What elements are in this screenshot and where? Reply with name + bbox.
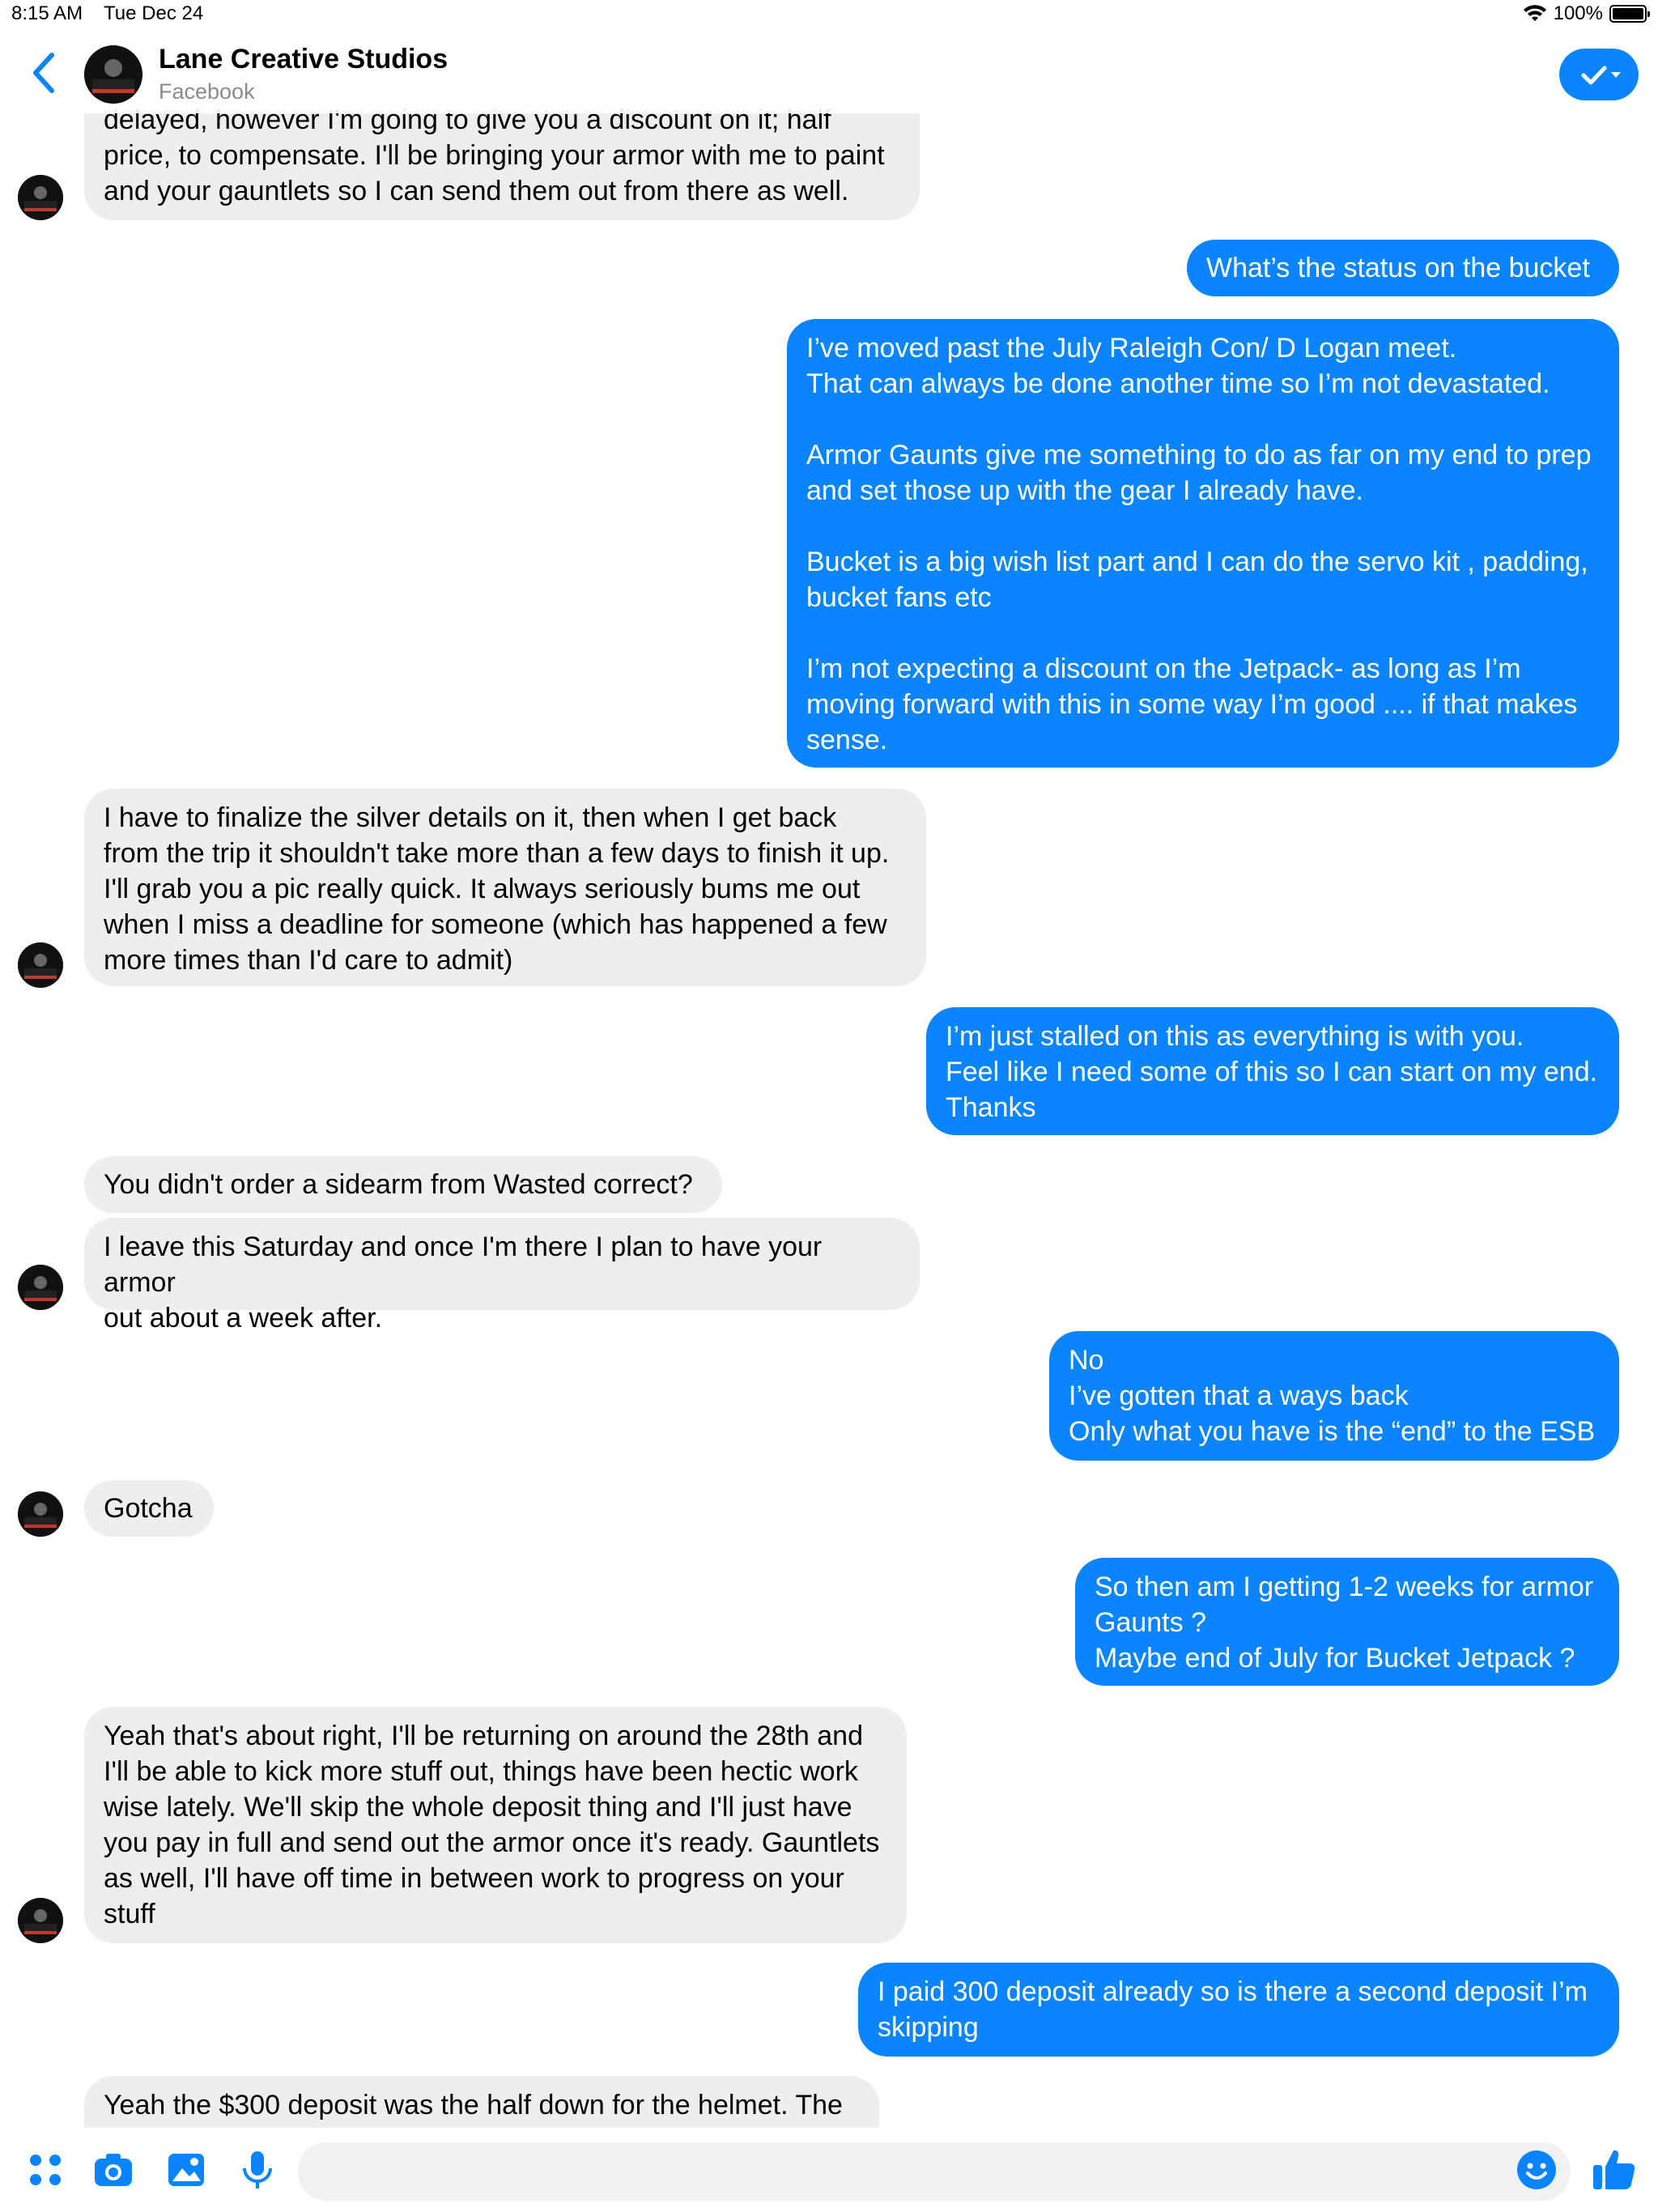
mark-read-button[interactable] [1559,49,1639,100]
message-incoming[interactable]: Gotcha [84,1480,214,1537]
thumbs-up-icon [1593,2150,1635,2189]
conversation-header: Lane Creative Studios Facebook [0,32,1658,113]
status-indicators: 100% [1523,2,1650,25]
message-outgoing[interactable]: No I’ve gotten that a ways back Only wha… [1049,1331,1619,1461]
contact-source: Facebook [159,79,255,104]
like-button[interactable] [1590,2146,1637,2193]
contact-avatar-small [18,175,63,220]
microphone-icon [243,2151,272,2189]
message-incoming[interactable]: Yeah that's about right, I'll be returni… [84,1707,907,1943]
apps-grid-icon [30,2155,61,2185]
status-date: Tue Dec 24 [104,2,204,24]
message-outgoing[interactable]: What’s the status on the bucket [1187,240,1619,296]
battery-icon [1609,5,1650,23]
emoji-button[interactable] [1516,2149,1558,2191]
message-outgoing[interactable]: So then am I getting 1-2 weeks for armor… [1075,1558,1619,1686]
battery-percent: 100% [1553,2,1603,24]
emoji-icon [1517,2150,1556,2189]
message-outgoing[interactable]: I’ve moved past the July Raleigh Con/ D … [787,319,1619,768]
message-incoming[interactable]: You didn't order a sidearm from Wasted c… [84,1156,722,1213]
status-time: 8:15 AM [11,2,83,24]
wifi-icon [1523,5,1546,21]
contact-avatar[interactable] [84,45,142,104]
message-incoming[interactable]: I leave this Saturday and once I'm there… [84,1218,920,1334]
voice-button[interactable] [236,2149,278,2191]
photo-icon [168,2154,204,2186]
composer-bar [0,2128,1658,2212]
chevron-left-icon [33,53,54,93]
contact-avatar-small [18,1898,63,1943]
contact-name[interactable]: Lane Creative Studios [159,44,448,75]
message-incoming[interactable]: delayed, however I'm going to give you a… [84,102,920,220]
contact-avatar-small [18,942,63,988]
status-bar: 8:15 AM Tue Dec 24 100% [0,0,1658,32]
camera-button[interactable] [92,2149,134,2191]
camera-icon [95,2154,132,2186]
message-outgoing[interactable]: I paid 300 deposit already so is there a… [858,1963,1619,2057]
gallery-button[interactable] [165,2149,207,2191]
apps-button[interactable] [24,2149,66,2191]
contact-avatar-small [18,1491,63,1537]
message-input[interactable] [298,2142,1571,2201]
checkmark-icon [1581,66,1621,85]
contact-avatar-small [18,1265,63,1310]
back-button[interactable] [24,47,65,99]
message-incoming[interactable]: I have to finalize the silver details on… [84,789,926,986]
message-outgoing[interactable]: I’m just stalled on this as everything i… [926,1007,1619,1135]
